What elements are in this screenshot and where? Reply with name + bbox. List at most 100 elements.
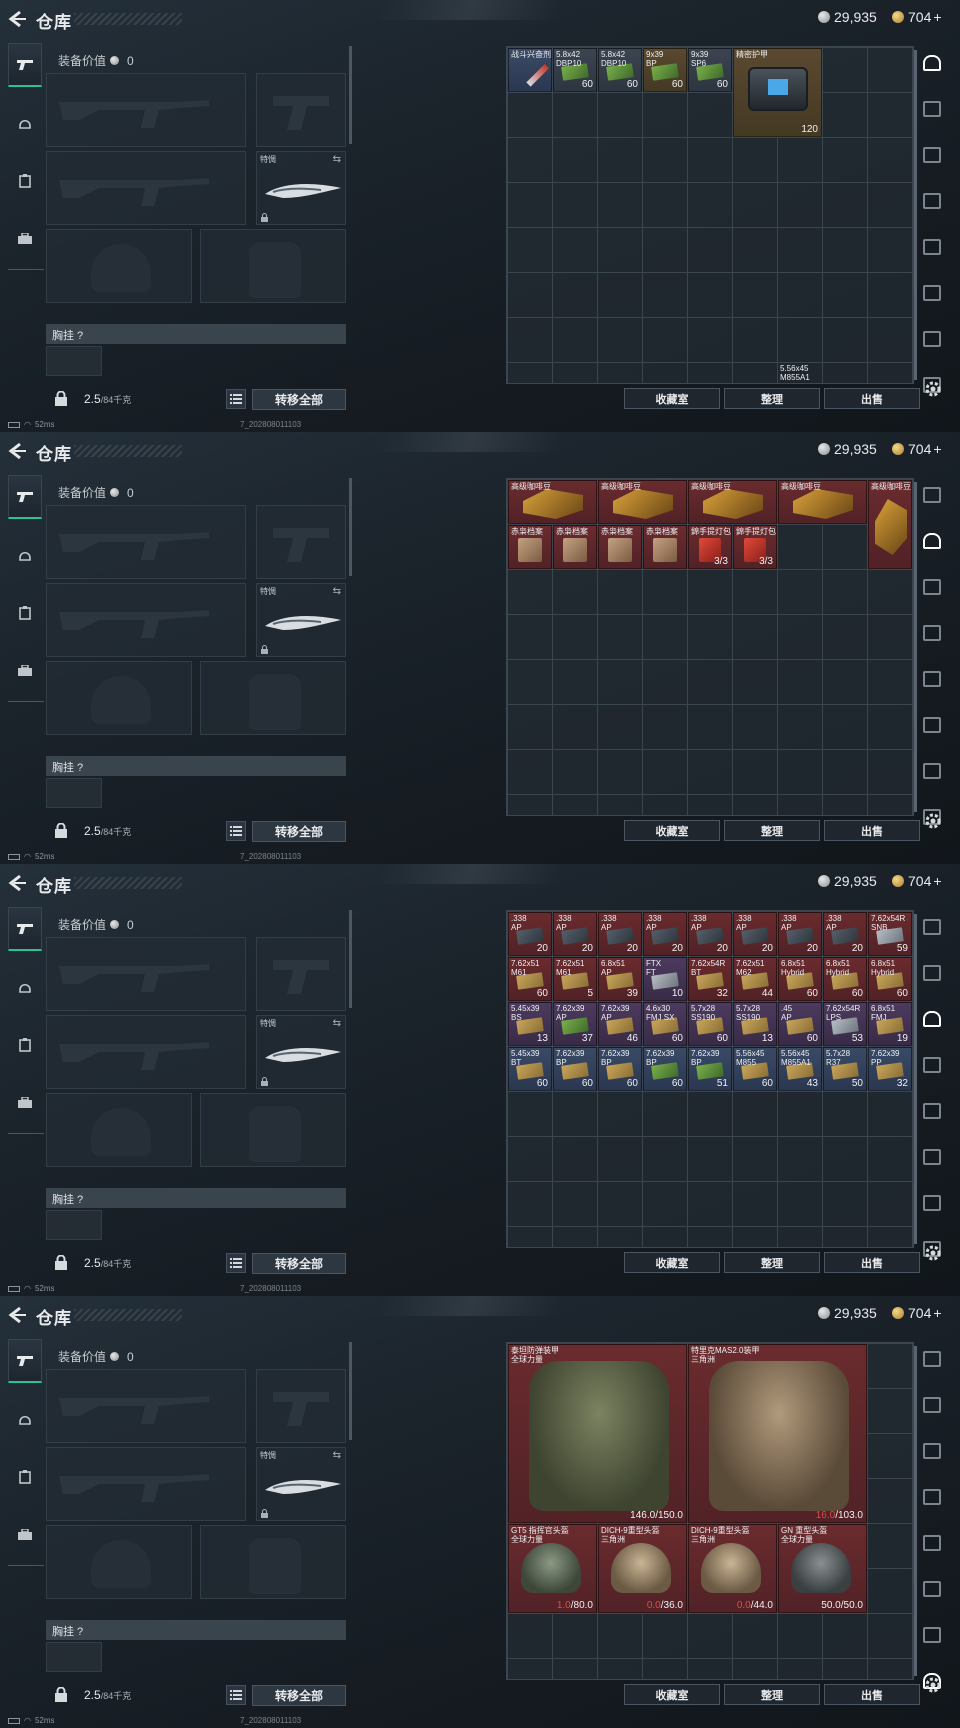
stash-item[interactable]: 6.8x51 Hybrid 60 (868, 957, 912, 1001)
add-gold-button[interactable]: + (933, 1305, 941, 1321)
tab-helmet[interactable] (8, 533, 42, 577)
tab-helmet[interactable] (8, 1397, 42, 1441)
stash-page-tab[interactable] (918, 956, 946, 990)
tab-backpack[interactable] (8, 649, 42, 693)
list-button[interactable] (226, 1685, 246, 1705)
stash-item[interactable]: 6.8x51 FMJ 19 (868, 1002, 912, 1046)
chest-rig-header[interactable]: 胸挂 ? (46, 756, 346, 776)
stash-item[interactable]: 5.56x45 M855 60 (733, 1047, 777, 1091)
stash-item[interactable]: 赤枭档案 (643, 525, 687, 569)
stash-item[interactable]: 5.56x45 M855A1 (778, 363, 822, 383)
stash-item[interactable]: .338 AP 20 (643, 912, 687, 956)
stash-page-tab[interactable] (918, 46, 946, 80)
stash-item[interactable]: 赤枭档案 (508, 525, 552, 569)
tab-weapons[interactable] (8, 907, 42, 951)
stash-item[interactable]: 7.62x39 BP 60 (643, 1047, 687, 1091)
helmet-slot[interactable] (46, 661, 192, 735)
primary-weapon-slot[interactable] (46, 505, 246, 579)
helmet-slot[interactable] (46, 1093, 192, 1167)
stash-item[interactable]: .45 AP 60 (778, 1002, 822, 1046)
stash-item[interactable]: 錦手提灯包 3/3 (733, 525, 777, 569)
stash-item[interactable]: 高级咖啡豆 (598, 480, 687, 524)
tab-backpack[interactable] (8, 1081, 42, 1125)
stash-item[interactable]: .338 AP 20 (508, 912, 552, 956)
gear-icon[interactable] (924, 812, 942, 830)
stash-item[interactable]: .338 AP 20 (553, 912, 597, 956)
stash-item[interactable]: .338 AP 20 (778, 912, 822, 956)
armor-slot[interactable] (200, 229, 346, 303)
stash-page-tab[interactable] (918, 322, 946, 356)
sort-button[interactable]: 整理 (724, 1252, 820, 1273)
stash-item[interactable]: 5.7x28 R37 50 (823, 1047, 867, 1091)
stash-item[interactable]: .338 AP 20 (598, 912, 642, 956)
stash-item[interactable]: 战斗兴奋剂 (508, 48, 552, 92)
stash-item[interactable]: GT5 指挥官头盔 全球力量 1.0/80.0 (508, 1524, 597, 1613)
stash-page-tab[interactable] (918, 1048, 946, 1082)
transfer-all-button[interactable]: 转移全部 (252, 1685, 346, 1706)
stash-item[interactable]: 5.56x45 M855A1 43 (778, 1047, 822, 1091)
stash-page-tab[interactable] (918, 1342, 946, 1376)
stash-item[interactable]: 高级咖啡豆 (868, 480, 912, 569)
stash-item[interactable]: 7.62x51 M62 44 (733, 957, 777, 1001)
stash-page-tab[interactable] (918, 662, 946, 696)
sort-button[interactable]: 整理 (724, 1684, 820, 1705)
stash-item[interactable]: 7.62x39 AP 37 (553, 1002, 597, 1046)
stash-item[interactable]: 5.45x39 BT 60 (508, 1047, 552, 1091)
stash-item[interactable]: 精密护甲 120 (733, 48, 822, 137)
stash-item[interactable]: DICH-9重型头盔 三角洲 0.0/36.0 (598, 1524, 687, 1613)
swap-icon[interactable]: ⇆ (333, 1450, 341, 1461)
lock-button[interactable] (54, 1687, 68, 1702)
chest-rig-slot[interactable] (46, 346, 102, 376)
sort-button[interactable]: 整理 (724, 388, 820, 409)
collection-button[interactable]: 收藏室 (624, 1252, 720, 1273)
tab-vest[interactable] (8, 159, 42, 203)
chest-rig-header[interactable]: 胸挂 ? (46, 1620, 346, 1640)
loadout-scrollbar[interactable] (349, 478, 352, 576)
back-icon[interactable] (8, 442, 28, 460)
loadout-scrollbar[interactable] (349, 910, 352, 1008)
stash-item[interactable]: .338 AP 20 (688, 912, 732, 956)
armor-slot[interactable] (200, 1093, 346, 1167)
secondary-weapon-slot[interactable] (46, 1447, 246, 1521)
stash-page-tab[interactable] (918, 524, 946, 558)
sidearm-slot[interactable] (256, 937, 346, 1011)
transfer-all-button[interactable]: 转移全部 (252, 1253, 346, 1274)
stash-item[interactable]: 錦手提灯包 3/3 (688, 525, 732, 569)
sell-button[interactable]: 出售 (824, 1684, 920, 1705)
helmet-slot[interactable] (46, 229, 192, 303)
stash-item[interactable]: 7.62x54R BT 32 (688, 957, 732, 1001)
stash-item[interactable]: GN 重型头盔 全球力量 50.0/50.0 (778, 1524, 867, 1613)
stash-page-tab[interactable] (918, 1094, 946, 1128)
stash-item[interactable]: DICH-9重型头盔 三角洲 0.0/44.0 (688, 1524, 777, 1613)
stash-grid[interactable]: 泰坦防弹装甲 全球力量 146.0/150.0 特里克MAS2.0装甲 三角洲 16.… (506, 1342, 914, 1680)
stash-item[interactable]: 7.62x54R SNB 59 (868, 912, 912, 956)
sell-button[interactable]: 出售 (824, 820, 920, 841)
tab-backpack[interactable] (8, 1513, 42, 1557)
melee-slot[interactable]: 特惆 ⇆ (256, 1015, 346, 1089)
chest-rig-slot[interactable] (46, 778, 102, 808)
stash-item[interactable]: 7.62x51 M61 5 (553, 957, 597, 1001)
melee-slot[interactable]: 特惆 ⇆ (256, 583, 346, 657)
sidearm-slot[interactable] (256, 1369, 346, 1443)
stash-item[interactable]: 7.62x39 AP 46 (598, 1002, 642, 1046)
stash-item[interactable]: FTX FT 10 (643, 957, 687, 1001)
collection-button[interactable]: 收藏室 (624, 1684, 720, 1705)
stash-item[interactable]: 7.62x39 BP 60 (598, 1047, 642, 1091)
stash-item[interactable]: 7.62x51 M61 60 (508, 957, 552, 1001)
stash-item[interactable]: 泰坦防弹装甲 全球力量 146.0/150.0 (508, 1344, 687, 1523)
stash-item[interactable]: 高级咖啡豆 (508, 480, 597, 524)
stash-item[interactable]: 7.62x54R LPS 53 (823, 1002, 867, 1046)
add-gold-button[interactable]: + (933, 441, 941, 457)
chest-rig-header[interactable]: 胸挂 ? (46, 324, 346, 344)
tab-weapons[interactable] (8, 475, 42, 519)
stash-item[interactable]: 6.8x51 Hybrid 60 (823, 957, 867, 1001)
stash-item[interactable]: 5.8x42 DBP10 60 (598, 48, 642, 92)
stash-page-tab[interactable] (918, 478, 946, 512)
stash-item[interactable]: 特里克MAS2.0装甲 三角洲 16.0/103.0 (688, 1344, 867, 1523)
melee-slot[interactable]: 特惆 ⇆ (256, 1447, 346, 1521)
tab-vest[interactable] (8, 1023, 42, 1067)
stash-item[interactable]: 高级咖啡豆 (778, 480, 867, 524)
stash-item[interactable]: 5.8x42 DBP10 60 (553, 48, 597, 92)
gold-currency[interactable]: 704 + (892, 1305, 942, 1321)
gear-icon[interactable] (924, 1244, 942, 1262)
